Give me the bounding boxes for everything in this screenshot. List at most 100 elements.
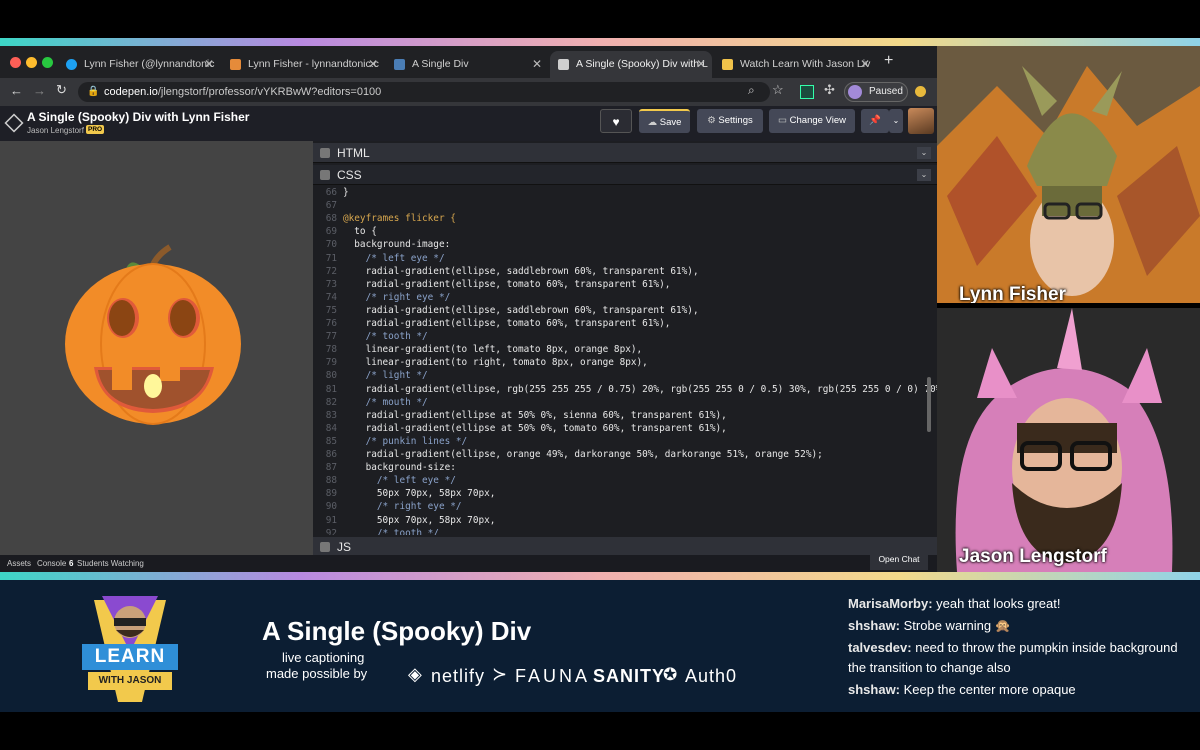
close-tab-icon[interactable]: ✕ (368, 51, 378, 78)
html-pane-title: HTML (337, 146, 370, 160)
url-path: /jlengstorf/professor/vYKRBwW?editors=01… (157, 86, 382, 98)
tab-label: A Single Div (412, 58, 469, 70)
status-dot-icon[interactable] (915, 86, 926, 97)
tab-spooky-div[interactable]: A Single (Spooky) Div with L ✕ (550, 51, 712, 78)
maximize-window-button[interactable] (42, 57, 53, 68)
line-number: 81 (325, 383, 337, 395)
chevron-down-icon[interactable]: ⌄ (917, 147, 931, 159)
tab-learn-with-jason[interactable]: Watch Learn With Jason Liv ✕ (714, 51, 876, 78)
profile-paused-chip[interactable]: Paused (844, 82, 908, 102)
webcam-lynn-image (937, 46, 1200, 303)
tab-lynn-site[interactable]: Lynn Fisher - lynnandtonic.c ✕ (222, 51, 384, 78)
address-row: ← → ↻ 🔒 codepen.io/jlengstorf/professor/… (0, 78, 937, 106)
tab-label: Lynn Fisher - lynnandtonic.c (248, 58, 379, 70)
fauna-logo-icon: ≻ (492, 664, 508, 684)
line-number: 72 (325, 265, 337, 277)
code-line: /* punkin lines */ (343, 435, 468, 447)
url-bar[interactable]: 🔒 codepen.io/jlengstorf/professor/vYKRBw… (78, 82, 770, 102)
webcam-jason: Jason Lengstorf (937, 308, 1200, 572)
tab-single-div[interactable]: A Single Div ✕ (386, 51, 548, 78)
open-chat-button[interactable]: Open Chat (870, 548, 928, 570)
lock-icon: 🔒 (87, 86, 100, 97)
browser-window: Lynn Fisher (@lynnandtonic ✕ Lynn Fisher… (0, 46, 937, 572)
code-line: radial-gradient(ellipse, saddlebrown 60%… (343, 265, 699, 277)
new-tab-icon[interactable]: + (884, 52, 893, 70)
line-number: 77 (325, 331, 337, 343)
watching-count: 6 (69, 559, 74, 568)
code-line: radial-gradient(ellipse at 50% 0%, sienn… (343, 409, 727, 421)
line-number: 74 (325, 291, 337, 303)
code-line: radial-gradient(ellipse, orange 49%, dar… (343, 449, 823, 460)
chat-message: talvesdev: need to throw the pumpkin ins… (848, 640, 1178, 655)
reload-icon[interactable]: ↻ (56, 82, 67, 98)
avatar-icon (848, 85, 862, 99)
forward-arrow-icon[interactable]: → (33, 83, 46, 98)
chat-text: the transition to change also (848, 660, 1011, 675)
pen-title[interactable]: A Single (Spooky) Div with Lynn Fisher (27, 110, 249, 124)
layout-icon: ▭ (778, 115, 790, 126)
user-avatar[interactable] (908, 108, 934, 134)
bookmark-star-icon[interactable]: ☆ (772, 82, 784, 98)
save-button[interactable]: ☁ Save (639, 109, 690, 133)
code-line: /* left eye */ (343, 475, 456, 487)
line-number: 66 (325, 187, 337, 198)
zoom-icon[interactable]: ⌕ (748, 83, 755, 98)
extension-icon[interactable] (800, 85, 814, 99)
chevron-down-icon: ⌄ (892, 116, 900, 125)
settings-button[interactable]: ⚙ Settings (697, 109, 763, 133)
html-pane-header[interactable]: HTML ⌄ (313, 143, 937, 163)
js-pane-header[interactable]: JS (313, 537, 937, 557)
css-pane-header[interactable]: CSS ⌄ (313, 165, 937, 185)
back-arrow-icon[interactable]: ← (10, 83, 23, 98)
editor-scrollbar[interactable] (927, 377, 931, 432)
assets-button[interactable]: Assets (7, 555, 31, 572)
chevron-down-icon[interactable]: ⌄ (917, 169, 931, 181)
code-line: } (343, 187, 349, 198)
change-view-button[interactable]: ▭ Change View (769, 109, 855, 133)
code-line: @keyframes flicker { (343, 213, 456, 225)
minimize-window-button[interactable] (26, 57, 37, 68)
code-line: /* mouth */ (343, 396, 428, 408)
close-tab-icon[interactable]: ✕ (696, 51, 706, 78)
css-code-editor[interactable]: 66} 67 68 @keyframes flicker {69 to {70 bac… (313, 187, 937, 535)
twitter-icon (66, 59, 77, 70)
line-number: 80 (325, 370, 337, 382)
console-button[interactable]: Console (37, 555, 66, 572)
close-tab-icon[interactable]: ✕ (860, 51, 870, 78)
sponsor-sanity: SANITY (593, 666, 666, 686)
puzzle-extensions-icon[interactable]: ✣ (824, 82, 835, 98)
gear-icon[interactable] (320, 542, 330, 552)
code-line: background-size: (343, 462, 456, 474)
site-icon (230, 59, 241, 70)
line-number: 87 (325, 462, 337, 474)
left-tooth (112, 367, 132, 390)
chat-user: shshaw: (848, 618, 901, 633)
pin-button[interactable]: 📌 (861, 109, 889, 133)
pumpkin-preview (65, 244, 241, 425)
pin-dropdown-button[interactable]: ⌄ (889, 109, 903, 133)
line-number: 69 (325, 226, 337, 238)
candle-light (144, 374, 162, 398)
preview-pane (0, 141, 313, 555)
cloud-icon: ☁ (647, 117, 660, 128)
codepen-logo-icon[interactable] (4, 113, 24, 133)
gear-icon[interactable] (320, 170, 330, 180)
gear-icon[interactable] (320, 148, 330, 158)
line-number: 73 (325, 278, 337, 290)
heart-button[interactable]: ♥ (600, 109, 632, 133)
tab-bar: Lynn Fisher (@lynnandtonic ✕ Lynn Fisher… (0, 46, 937, 78)
code-line: radial-gradient(ellipse, saddlebrown 60%… (343, 304, 699, 316)
close-tab-icon[interactable]: ✕ (204, 51, 214, 78)
tab-twitter[interactable]: Lynn Fisher (@lynnandtonic ✕ (58, 51, 220, 78)
code-line: radial-gradient(ellipse at 50% 0%, tomat… (343, 422, 727, 434)
left-eye (109, 300, 135, 336)
line-number: 68 (325, 213, 337, 225)
line-number: 92 (325, 527, 337, 535)
chat-message: the transition to change also (848, 660, 1011, 675)
top-accent-strip (0, 38, 1200, 46)
tab-label: Watch Learn With Jason Liv (740, 58, 871, 70)
cam-name-jason: Jason Lengstorf (959, 546, 1107, 567)
close-window-button[interactable] (10, 57, 21, 68)
pen-author[interactable]: Jason Lengstorf (27, 126, 84, 135)
close-tab-icon[interactable]: ✕ (532, 51, 542, 78)
